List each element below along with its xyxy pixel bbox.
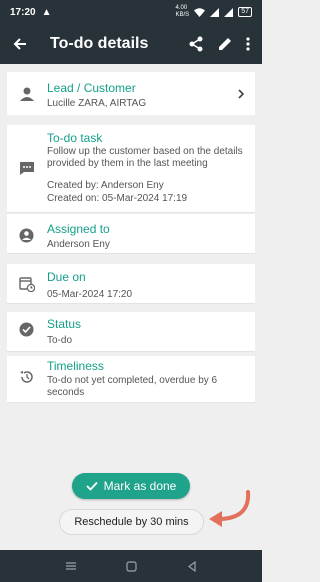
task-description: Follow up the customer based on the deta… [47, 146, 243, 169]
status-bar: 17:20 ▲ 4.00 KB/S 57 [0, 0, 262, 24]
lead-customer-card[interactable]: Lead / Customer Lucille ZARA, AIRTAG [7, 72, 255, 115]
arrow-back-icon [13, 38, 26, 50]
assigned-label: Assigned to [47, 222, 110, 236]
menu-icon[interactable] [65, 561, 77, 571]
due-value: 05-Mar-2024 17:20 [47, 289, 133, 300]
mark-as-done-button[interactable]: Mark as done [72, 473, 190, 499]
back-nav-icon[interactable] [187, 560, 197, 572]
task-label: To-do task [47, 131, 103, 145]
wifi-icon [194, 7, 206, 17]
edit-icon[interactable] [218, 37, 232, 51]
battery-icon: 57 [238, 7, 252, 17]
check-circle-icon [19, 322, 34, 337]
task-created-on: Created on: 05-Mar-2024 17:19 [47, 193, 188, 204]
status-card: Status To-do [7, 312, 255, 352]
reschedule-button[interactable]: Reschedule by 30 mins [59, 509, 204, 535]
more-vert-icon[interactable] [246, 37, 250, 51]
reschedule-label: Reschedule by 30 mins [74, 516, 189, 528]
due-on-card: Due on 05-Mar-2024 17:20 [7, 264, 255, 304]
calendar-clock-icon [19, 277, 35, 292]
annotation-arrow-icon [209, 490, 251, 527]
signal-icon-2 [224, 7, 234, 17]
app-bar: To-do details [0, 24, 262, 64]
task-created-by: Created by: Anderson Eny [47, 180, 164, 191]
warning-icon: ▲ [41, 6, 52, 18]
share-icon[interactable] [188, 36, 204, 52]
chevron-right-icon [238, 89, 245, 99]
comment-icon [20, 162, 34, 175]
page-title: To-do details [50, 35, 149, 52]
back-button[interactable] [0, 37, 40, 51]
status-icons: 4.00 KB/S 57 [176, 5, 252, 19]
assigned-value: Anderson Eny [47, 239, 110, 250]
timeliness-label: Timeliness [47, 359, 104, 373]
signal-icon [210, 7, 220, 17]
history-icon [20, 371, 33, 383]
mark-as-done-label: Mark as done [103, 479, 177, 493]
status-label: Status [47, 317, 82, 331]
status-time: 17:20 [10, 6, 36, 18]
timeliness-value: To-do not yet completed, overdue by 6 se… [47, 375, 218, 398]
lead-label: Lead / Customer [47, 81, 136, 95]
check-icon [86, 481, 98, 491]
status-value: To-do [47, 335, 73, 346]
home-icon[interactable] [126, 560, 138, 572]
due-label: Due on [47, 270, 86, 284]
system-nav-bar [0, 550, 262, 582]
assigned-to-card: Assigned to Anderson Eny [7, 214, 255, 254]
timeliness-card: Timeliness To-do not yet completed, over… [7, 356, 255, 403]
account-circle-icon [19, 228, 34, 243]
person-icon [20, 87, 34, 101]
network-speed: 4.00 KB/S [175, 5, 190, 18]
lead-value: Lucille ZARA, AIRTAG [47, 98, 147, 109]
todo-task-card: To-do task Follow up the customer based … [7, 125, 255, 213]
